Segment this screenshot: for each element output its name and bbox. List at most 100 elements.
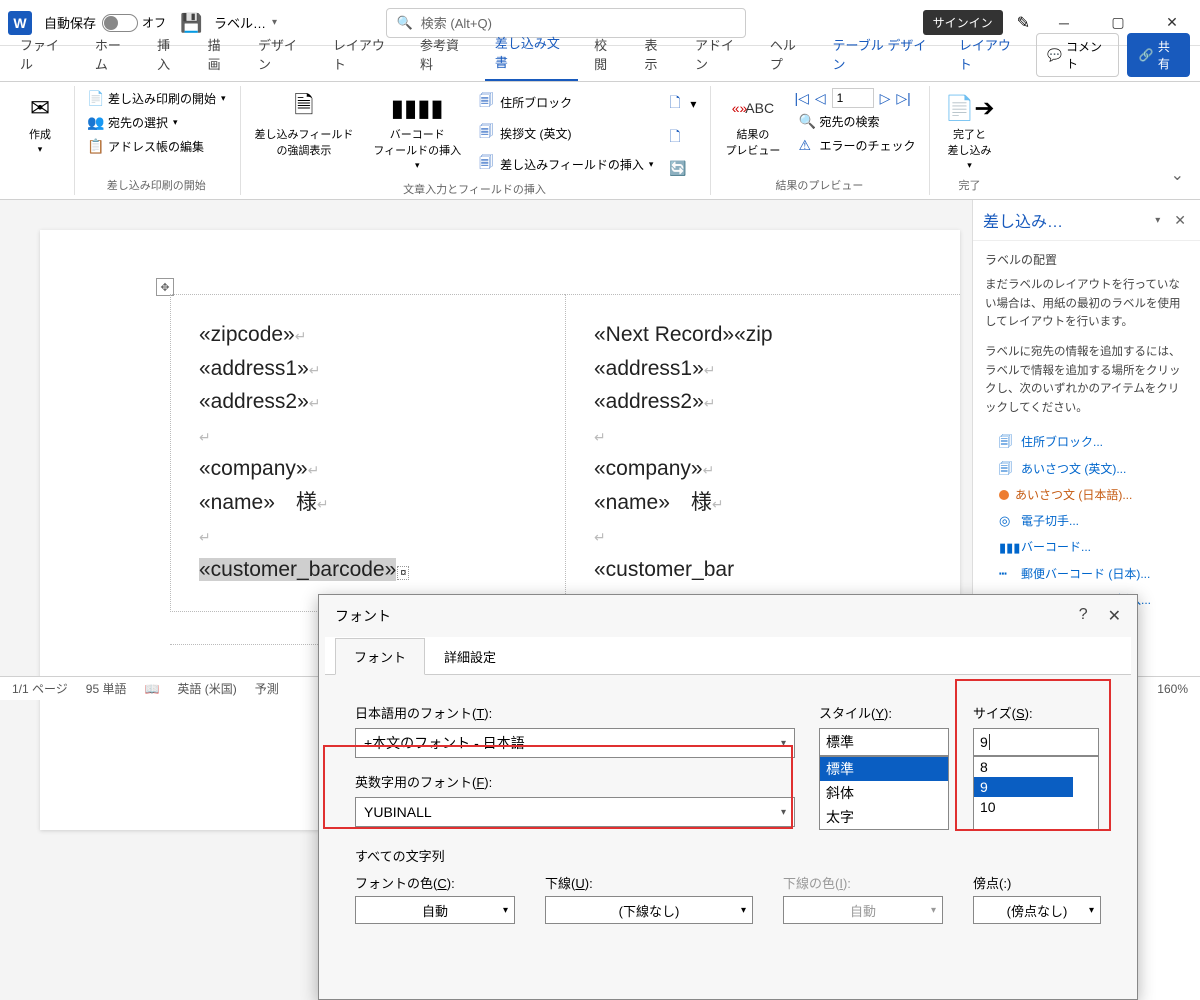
update-labels-button[interactable]: 🔄 (665, 158, 689, 179)
edit-recipients-button[interactable]: 📋アドレス帳の編集 (83, 136, 208, 157)
size-option-10[interactable]: 10 (974, 797, 1098, 817)
emphasis-combo[interactable]: (傍点なし)▾ (973, 896, 1101, 924)
link-address-block[interactable]: 🗐住所ブロック... (985, 429, 1188, 456)
ribbon-tabs: ファイル ホーム 挿入 描画 デザイン レイアウト 参考資料 差し込み文書 校閲… (0, 46, 1200, 82)
latin-font-combo[interactable]: YUBINALL▾ (355, 797, 795, 827)
underline-combo[interactable]: (下線なし)▾ (545, 896, 753, 924)
page-status[interactable]: 1/1 ページ (12, 680, 68, 697)
merge-field-icon: 🗐 (479, 152, 495, 176)
greeting-icon: 🗐 (479, 121, 495, 145)
size-option-8[interactable]: 8 (974, 757, 1098, 777)
task-pane-subheading: ラベルの配置 (985, 251, 1188, 270)
tab-draw[interactable]: 描画 (198, 29, 242, 81)
style-list[interactable]: 標準 斜体 太字 (819, 756, 949, 830)
tab-review[interactable]: 校閲 (584, 29, 628, 81)
ribbon-collapse-button[interactable]: ⌄ (1163, 86, 1192, 195)
orange-dot-icon (999, 490, 1009, 500)
tab-table-design[interactable]: テーブル デザイン (823, 29, 943, 81)
label-cell-1[interactable]: «zipcode»↵ «address1»↵ «address2»↵ ↵ «co… (170, 294, 565, 612)
dialog-tab-font[interactable]: フォント (335, 638, 425, 675)
match-icon: 🗋 (669, 126, 685, 150)
address-block-button[interactable]: 🗐住所ブロック (475, 88, 576, 116)
zoom-level[interactable]: 160% (1157, 682, 1188, 696)
link-electronic-stamp[interactable]: ◎電子切手... (985, 508, 1188, 535)
predict-status[interactable]: 予測 (255, 680, 279, 697)
record-navigation: |◁ ◁ ▷ ▷| (794, 88, 910, 108)
task-pane-menu-button[interactable]: ▾ (1155, 215, 1160, 226)
link-postal-barcode[interactable]: ┅郵便バーコード (日本)... (985, 561, 1188, 588)
match-fields-button[interactable]: 🗋 (665, 124, 689, 152)
tab-view[interactable]: 表示 (635, 29, 679, 81)
style-option-italic[interactable]: 斜体 (820, 781, 948, 805)
tab-addin[interactable]: アドイン (685, 29, 754, 81)
tab-table-layout[interactable]: レイアウト (949, 29, 1030, 81)
envelope-icon: ✉ (30, 92, 50, 124)
dialog-title-bar[interactable]: フォント ? ✕ (319, 595, 1137, 637)
style-option-normal[interactable]: 標準 (820, 757, 948, 781)
dialog-title: フォント (335, 606, 391, 626)
tab-layout[interactable]: レイアウト (323, 29, 404, 81)
task-pane-close-button[interactable]: ✕ (1170, 212, 1190, 229)
tab-help[interactable]: ヘルプ (760, 29, 817, 81)
greeting-line-button[interactable]: 🗐挨拶文 (英文) (475, 119, 575, 147)
barcode-icon: ▮▮▮ (999, 538, 1015, 559)
tab-insert[interactable]: 挿入 (147, 29, 191, 81)
tab-references[interactable]: 参考資料 (410, 29, 479, 81)
preview-results-button[interactable]: « »ABC結果の プレビュー (719, 88, 786, 175)
postal-icon: ┅ (999, 564, 1015, 585)
style-option-bold[interactable]: 太字 (820, 805, 948, 829)
size-option-9[interactable]: 9 (974, 777, 1073, 797)
label-cell-2[interactable]: «Next Record»«zip «address1»↵ «address2»… (565, 294, 960, 612)
record-number-input[interactable] (832, 88, 874, 108)
find-recipient-button[interactable]: 🔍宛先の検索 (794, 111, 883, 132)
size-list[interactable]: 8 9 10 (973, 756, 1099, 830)
size-label: サイズ(S): (973, 703, 1099, 722)
jp-font-combo[interactable]: +本文のフォント - 日本語▾ (355, 728, 795, 758)
selected-merge-field[interactable]: «customer_barcode» (199, 558, 396, 581)
barcode-field-button[interactable]: ▮▮▮▮バーコード フィールドの挿入▾ (367, 88, 467, 179)
link-barcode[interactable]: ▮▮▮バーコード... (985, 535, 1188, 562)
next-record-button[interactable]: ▷ (880, 90, 891, 107)
font-color-label: フォントの色(C): (355, 873, 515, 892)
tab-file[interactable]: ファイル (10, 29, 79, 81)
last-record-button[interactable]: ▷| (896, 90, 910, 107)
all-text-section-label: すべての文字列 (355, 846, 1101, 865)
task-pane-paragraph-1: まだラベルのレイアウトを行っていない場合は、用紙の最初のラベルを使用してレイアウ… (985, 276, 1188, 331)
comments-button[interactable]: 💬 コメント (1036, 33, 1119, 77)
font-color-combo[interactable]: 自動▾ (355, 896, 515, 924)
doc-icon: 🗐 (999, 459, 1015, 480)
link-greeting-en[interactable]: 🗐あいさつ文 (英文)... (985, 456, 1188, 483)
language-status[interactable]: 英語 (米国) (177, 680, 236, 697)
rules-button[interactable]: 🗋▾ (665, 90, 700, 118)
share-button[interactable]: 🔗 共有 (1127, 33, 1190, 77)
prev-record-button[interactable]: ◁ (815, 90, 826, 107)
check-errors-button[interactable]: ⚠エラーのチェック (794, 135, 919, 156)
select-recipients-button[interactable]: 👥宛先の選択 ▾ (83, 112, 182, 133)
task-pane-paragraph-2: ラベルに宛先の情報を追加するには、ラベルで情報を追加する場所をクリックし、次のい… (985, 343, 1188, 417)
style-input[interactable]: 標準 (819, 728, 949, 756)
document-icon: 📄 (87, 90, 103, 107)
insert-merge-field-button[interactable]: 🗐差し込みフィールドの挿入 ▾ (475, 150, 657, 178)
tab-design[interactable]: デザイン (248, 29, 317, 81)
first-record-button[interactable]: |◁ (794, 90, 808, 107)
size-input[interactable]: 9 (973, 728, 1099, 756)
proofing-icon[interactable]: 📖 (144, 682, 159, 696)
create-button[interactable]: ✉作成▾ (16, 88, 64, 191)
ribbon-group-create: ✉作成▾ (8, 86, 75, 195)
dialog-tab-advanced[interactable]: 詳細設定 (425, 638, 515, 675)
highlight-icon: 🗎 (294, 92, 313, 124)
dialog-close-button[interactable]: ✕ (1108, 606, 1121, 626)
finish-merge-button[interactable]: 📄➔完了と 差し込み▾ (938, 88, 1000, 175)
link-greeting-jp[interactable]: あいさつ文 (日本語)... (985, 483, 1188, 508)
tab-home[interactable]: ホーム (85, 29, 141, 81)
word-count[interactable]: 95 単語 (86, 680, 127, 697)
tab-mailings[interactable]: 差し込み文書 (485, 27, 578, 81)
highlight-merge-fields-button[interactable]: 🗎差し込みフィールド の強調表示 (249, 88, 360, 179)
dialog-help-button[interactable]: ? (1079, 606, 1088, 626)
ribbon: ✉作成▾ 📄差し込み印刷の開始 ▾ 👥宛先の選択 ▾ 📋アドレス帳の編集 差し込… (0, 82, 1200, 200)
ribbon-group-finish: 📄➔完了と 差し込み▾ 完了 (930, 86, 1010, 195)
start-mail-merge-button[interactable]: 📄差し込み印刷の開始 ▾ (83, 88, 230, 109)
finish-icon: 📄➔ (944, 92, 994, 124)
group-label-start: 差し込み印刷の開始 (83, 175, 230, 193)
ribbon-group-write-insert: 🗎差し込みフィールド の強調表示 ▮▮▮▮バーコード フィールドの挿入▾ 🗐住所… (241, 86, 712, 195)
